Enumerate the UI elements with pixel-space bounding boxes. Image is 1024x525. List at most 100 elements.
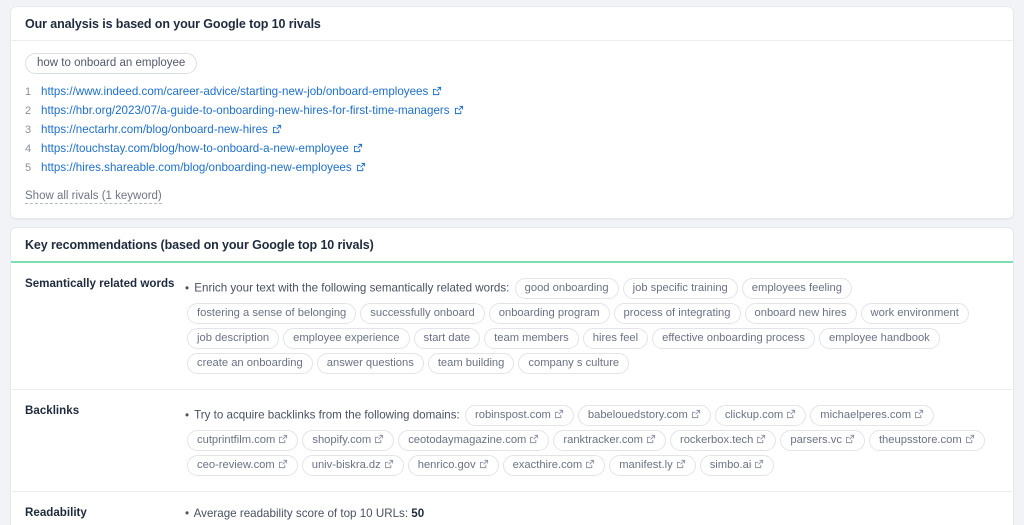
recommendation-chip[interactable]: exacthire.com <box>503 455 606 476</box>
recommendation-chip[interactable]: job specific training <box>623 278 738 299</box>
recommendation-chip[interactable]: henrico.gov <box>408 455 499 476</box>
recommendation-chip[interactable]: onboard new hires <box>745 303 857 324</box>
recommendation-chip[interactable]: cutprintfilm.com <box>187 430 298 451</box>
recommendation-chip[interactable]: rockerbox.tech <box>670 430 776 451</box>
recommendation-chip[interactable]: clickup.com <box>715 405 806 426</box>
recommendation-chip[interactable]: answer questions <box>317 353 424 374</box>
recommendation-chip[interactable]: manifest.ly <box>609 455 695 476</box>
key-recommendations-title: Key recommendations (based on your Googl… <box>11 228 1013 263</box>
rival-url-list: 1https://www.indeed.com/career-advice/st… <box>25 84 999 176</box>
recommendation-chip[interactable]: onboarding program <box>489 303 610 324</box>
recommendation-chip[interactable]: job description <box>187 328 279 349</box>
recommendation-chip[interactable]: process of integrating <box>614 303 741 324</box>
recommendation-chip[interactable]: ranktracker.com <box>553 430 666 451</box>
recommendation-chip[interactable]: ceo-review.com <box>187 455 298 476</box>
external-link-icon <box>384 459 394 469</box>
external-link-icon <box>786 409 796 419</box>
recommendation-chip[interactable]: parsers.vc <box>780 430 865 451</box>
chip-label: ceotodaymagazine.com <box>408 434 526 446</box>
chip-label: cutprintfilm.com <box>197 434 275 446</box>
chip-label: create an onboarding <box>197 357 303 369</box>
recommendation-chip[interactable]: successfully onboard <box>360 303 484 324</box>
rival-url-row: 4https://touchstay.com/blog/how-to-onboa… <box>25 141 999 157</box>
recommendation-lead-text: Enrich your text with the following sema… <box>194 282 509 295</box>
rival-url-link[interactable]: https://www.indeed.com/career-advice/sta… <box>41 85 428 98</box>
recommendation-chip[interactable]: effective onboarding process <box>652 328 815 349</box>
rival-url-link[interactable]: https://hires.shareable.com/blog/onboard… <box>41 161 352 174</box>
chip-label: good onboarding <box>525 282 609 294</box>
recommendation-chip[interactable]: start date <box>414 328 481 349</box>
recommendation-content: • Average readability score of top 10 UR… <box>185 505 999 523</box>
recommendation-lead-text: Try to acquire backlinks from the follow… <box>194 409 460 422</box>
chip-label: employee experience <box>293 332 399 344</box>
external-link-icon <box>845 434 855 444</box>
recommendation-chip[interactable]: fostering a sense of belonging <box>187 303 356 324</box>
rivals-card-title: Our analysis is based on your Google top… <box>11 7 1013 41</box>
rival-url-index: 2 <box>25 103 41 119</box>
recommendation-value: 50 <box>411 507 424 520</box>
recommendation-row: Readability• Average readability score o… <box>11 492 1013 525</box>
rival-url-index: 4 <box>25 141 41 157</box>
recommendation-chip[interactable]: ceotodaymagazine.com <box>398 430 549 451</box>
recommendation-chip[interactable]: michaelperes.com <box>810 405 934 426</box>
rival-url-link[interactable]: https://nectarhr.com/blog/onboard-new-hi… <box>41 123 268 136</box>
chip-label: univ-biskra.dz <box>312 459 381 471</box>
external-link-icon <box>454 105 464 115</box>
recommendation-chip[interactable]: robinspost.com <box>465 405 574 426</box>
chip-label: company s culture <box>528 357 619 369</box>
chip-label: job description <box>197 332 269 344</box>
chip-label: rockerbox.tech <box>680 434 753 446</box>
external-link-icon <box>272 124 282 134</box>
rival-url-row: 1https://www.indeed.com/career-advice/st… <box>25 84 999 100</box>
show-all-rivals-link[interactable]: Show all rivals (1 keyword) <box>25 190 162 204</box>
external-link-icon <box>965 434 975 444</box>
recommendation-row: Semantically related words• Enrich your … <box>11 263 1013 390</box>
chip-label: michaelperes.com <box>820 409 911 421</box>
external-link-icon <box>374 434 384 444</box>
rival-url-index: 5 <box>25 160 41 176</box>
recommendation-chip[interactable]: univ-biskra.dz <box>302 455 404 476</box>
chip-label: ceo-review.com <box>197 459 275 471</box>
key-recommendations-card: Key recommendations (based on your Googl… <box>10 227 1014 525</box>
rival-url-link[interactable]: https://touchstay.com/blog/how-to-onboar… <box>41 142 349 155</box>
external-link-icon <box>278 459 288 469</box>
recommendations-rows: Semantically related words• Enrich your … <box>11 263 1013 525</box>
recommendation-chip[interactable]: employee handbook <box>819 328 940 349</box>
chip-label: work environment <box>871 307 959 319</box>
recommendation-chip[interactable]: shopify.com <box>302 430 394 451</box>
recommendation-chip[interactable]: hires feel <box>583 328 648 349</box>
external-link-icon <box>756 434 766 444</box>
chip-label: onboarding program <box>499 307 600 319</box>
recommendation-chip[interactable]: team members <box>484 328 579 349</box>
chip-label: effective onboarding process <box>662 332 805 344</box>
recommendation-content: • Try to acquire backlinks from the foll… <box>185 403 999 478</box>
recommendation-chip[interactable]: babelouedstory.com <box>578 405 711 426</box>
recommendation-chip[interactable]: team building <box>428 353 515 374</box>
chip-label: answer questions <box>327 357 414 369</box>
keyword-chip[interactable]: how to onboard an employee <box>25 53 197 74</box>
recommendation-content: • Enrich your text with the following se… <box>185 276 999 376</box>
recommendation-chip[interactable]: create an onboarding <box>187 353 313 374</box>
chip-label: team building <box>438 357 505 369</box>
chip-label: job specific training <box>633 282 728 294</box>
external-link-icon <box>646 434 656 444</box>
recommendation-chip[interactable]: employee experience <box>283 328 409 349</box>
rival-url-row: 5https://hires.shareable.com/blog/onboar… <box>25 160 999 176</box>
chip-label: exacthire.com <box>513 459 583 471</box>
recommendation-chip[interactable]: theupsstore.com <box>869 430 985 451</box>
recommendation-row: Backlinks• Try to acquire backlinks from… <box>11 390 1013 492</box>
chip-label: clickup.com <box>725 409 783 421</box>
recommendation-chip[interactable]: company s culture <box>518 353 629 374</box>
external-link-icon <box>691 409 701 419</box>
chip-label: onboard new hires <box>755 307 847 319</box>
chip-label: successfully onboard <box>370 307 474 319</box>
rival-url-index: 1 <box>25 84 41 100</box>
page-root: Our analysis is based on your Google top… <box>0 0 1024 525</box>
recommendation-chip[interactable]: employees feeling <box>742 278 852 299</box>
chip-label: process of integrating <box>624 307 731 319</box>
recommendation-chip[interactable]: work environment <box>861 303 969 324</box>
rival-url-link[interactable]: https://hbr.org/2023/07/a-guide-to-onboa… <box>41 104 450 117</box>
recommendation-chip[interactable]: good onboarding <box>515 278 619 299</box>
recommendation-chip[interactable]: simbo.ai <box>700 455 775 476</box>
external-link-icon <box>356 162 366 172</box>
